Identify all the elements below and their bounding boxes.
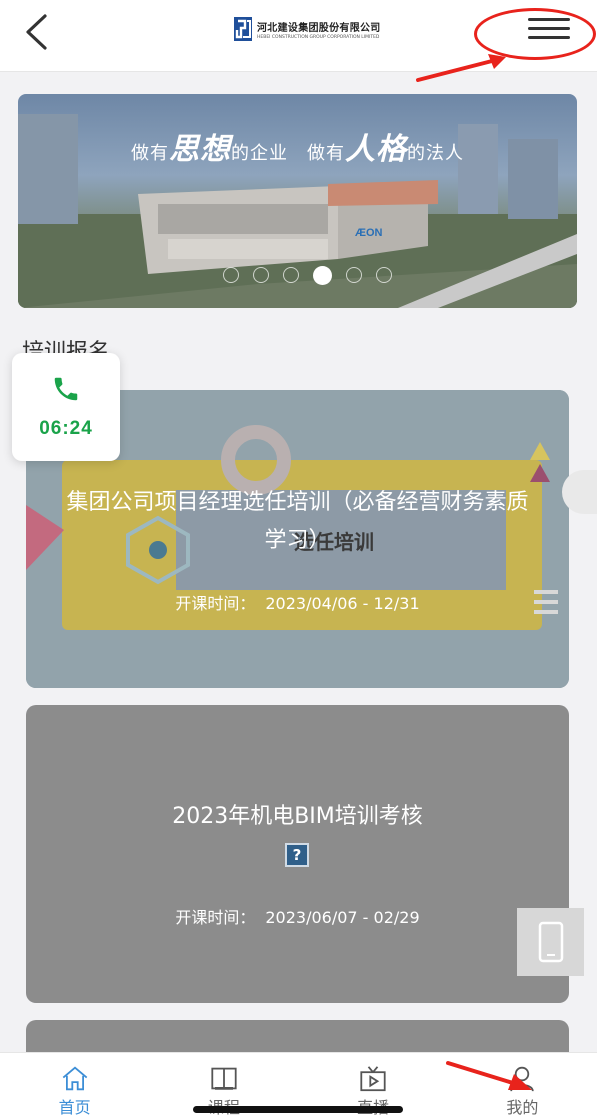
course-date-range: 2023/06/07 - 02/29 — [265, 908, 420, 927]
floating-phone-button[interactable] — [517, 908, 584, 976]
hamburger-menu-icon — [528, 18, 570, 39]
nav-label: 我的 — [506, 1098, 539, 1117]
book-icon — [211, 1067, 237, 1090]
building-sign: ÆON — [355, 227, 383, 239]
top-header: 河北建设集团股份有限公司 HEBEI CONSTRUCTION GROUP CO… — [0, 0, 597, 72]
company-logo-icon — [234, 17, 252, 41]
banner-slogan: 做有思想的企业 做有人格的法人 — [18, 124, 577, 168]
logo-company-name: 河北建设集团股份有限公司 — [257, 22, 381, 34]
menu-button[interactable] — [528, 18, 570, 44]
course-date: 开课时间： 2023/04/06 - 12/31 — [26, 590, 569, 614]
carousel-indicator — [223, 266, 392, 285]
slogan-text: 做有 — [131, 143, 169, 164]
course-title: 集团公司项目经理选任培训（必备经营财务素质学习） — [66, 490, 529, 553]
phone-icon — [54, 377, 78, 401]
carousel-dot-active[interactable] — [313, 266, 332, 285]
back-button[interactable] — [16, 12, 56, 52]
slogan-text: 的法人 — [407, 143, 464, 164]
company-logo: 河北建设集团股份有限公司 HEBEI CONSTRUCTION GROUP CO… — [233, 16, 381, 42]
course-date-label: 开课时间： — [175, 594, 256, 613]
slogan-text: 的企业 做有 — [231, 143, 345, 164]
carousel-dot[interactable] — [223, 267, 239, 283]
call-duration: 06:24 — [39, 418, 93, 439]
carousel-dot[interactable] — [253, 267, 269, 283]
course-date-range: 2023/04/06 - 12/31 — [265, 594, 420, 613]
course-date-label: 开课时间： — [175, 908, 256, 927]
broken-image-icon: ? — [285, 843, 309, 867]
nav-profile[interactable]: 我的 — [448, 1053, 597, 1118]
carousel-dot[interactable] — [376, 267, 392, 283]
banner-carousel[interactable]: 做有思想的企业 做有人格的法人 ÆON — [18, 94, 577, 308]
course-title: 2023年机电BIM培训考核 — [172, 804, 423, 829]
carousel-dot[interactable] — [283, 267, 299, 283]
slogan-emphasis: 人格 — [345, 132, 407, 167]
mobile-phone-icon — [538, 921, 563, 963]
course-card[interactable]: 2023年机电BIM培训考核 ? 开课时间： 2023/06/07 - 02/29 — [26, 705, 569, 1003]
slogan-emphasis: 思想 — [169, 132, 231, 167]
call-widget[interactable]: 06:24 — [12, 353, 120, 461]
home-indicator — [193, 1106, 403, 1113]
home-icon — [62, 1066, 87, 1091]
carousel-dot[interactable] — [346, 267, 362, 283]
user-icon — [510, 1066, 535, 1092]
logo-company-name-en: HEBEI CONSTRUCTION GROUP CORPORATION LIM… — [257, 34, 380, 40]
tv-icon — [360, 1066, 386, 1092]
course-date: 开课时间： 2023/06/07 - 02/29 — [26, 904, 569, 928]
nav-home[interactable]: 首页 — [0, 1053, 149, 1118]
nav-label: 首页 — [58, 1098, 91, 1117]
chevron-left-icon — [26, 14, 47, 50]
